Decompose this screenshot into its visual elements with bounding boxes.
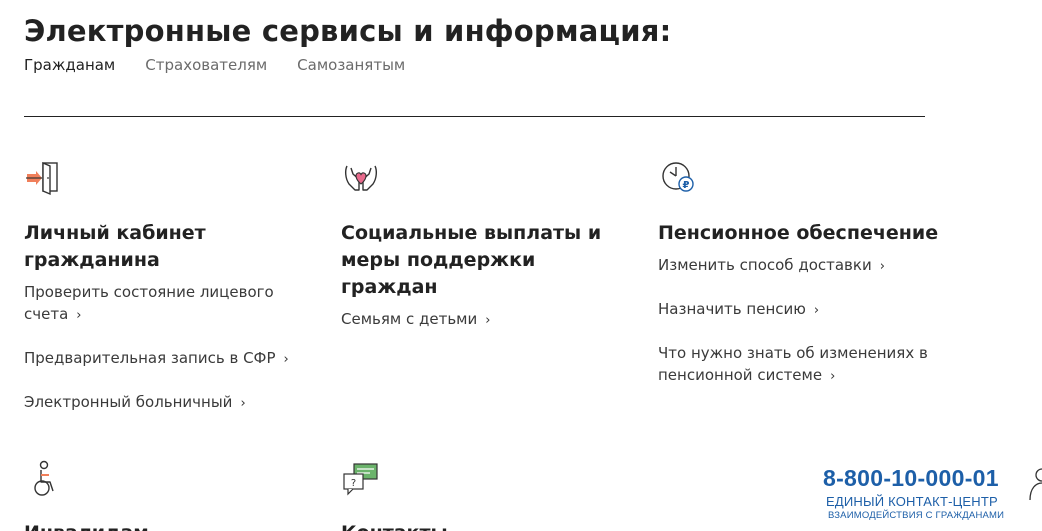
link-pension-changes[interactable]: Что нужно знать об изменениях в пенсионн…	[658, 342, 933, 388]
link-families-children[interactable]: Семьям с детьми ›	[341, 308, 631, 332]
chevron-right-icon: ›	[76, 308, 82, 323]
page: Электронные сервисы и информация: Гражда…	[0, 0, 1042, 531]
link-list: Семьям с детьми ›	[341, 308, 631, 352]
chevron-right-icon: ›	[830, 369, 836, 384]
tab-insurers[interactable]: Страхователям	[145, 56, 267, 74]
hotline-subcaption: ВЗАИМОДЕЙСТВИЯ С ГРАЖДАНАМИ	[828, 510, 1005, 521]
link-label: Электронный больничный	[24, 393, 233, 411]
link-label: Что нужно знать об изменениях в пенсионн…	[658, 344, 928, 384]
hands-heart-icon	[344, 165, 378, 191]
chevron-right-icon: ›	[879, 259, 885, 274]
tab-citizens[interactable]: Гражданам	[24, 56, 115, 74]
chat-question-icon: ?	[343, 463, 378, 496]
link-sick-leave[interactable]: Электронный больничный ›	[24, 391, 314, 415]
link-list: Изменить способ доставки › Назначить пенс…	[658, 254, 933, 408]
card-contacts: ? Контакты	[341, 458, 641, 531]
tab-self-employed[interactable]: Самозанятым	[297, 56, 405, 74]
link-label: Назначить пенсию	[658, 300, 806, 318]
svg-text:?: ?	[351, 478, 356, 489]
link-label: Проверить состояние лицевого счета	[24, 283, 274, 323]
chevron-right-icon: ›	[813, 303, 820, 318]
card-pension: ₽ Пенсионное обеспечение Изменить способ…	[658, 158, 958, 384]
person-icon	[1029, 468, 1042, 500]
link-assign-pension[interactable]: Назначить пенсию ›	[658, 298, 933, 322]
hotline-phone[interactable]: 8-800-10-000-01	[823, 465, 999, 492]
card-title: Контакты	[341, 520, 631, 531]
card-title: Инвалидам	[24, 520, 314, 531]
link-appointment[interactable]: Предварительная запись в СФР ›	[24, 347, 314, 371]
card-title: Пенсионное обеспечение	[658, 222, 939, 244]
audience-tabs: Гражданам Страхователям Самозанятым	[24, 56, 435, 74]
clock-ruble-icon: ₽	[662, 162, 694, 192]
card-disabled: Инвалидам	[24, 458, 324, 531]
link-list: Проверить состояние лицевого счета › Пред…	[24, 281, 314, 435]
link-label: Изменить способ доставки	[658, 256, 872, 274]
hotline-caption: ЕДИНЫЙ КОНТАКТ-ЦЕНТР	[826, 494, 998, 509]
page-title: Электронные сервисы и информация:	[24, 14, 672, 48]
card-title: Личный кабинет гражданина	[24, 222, 206, 271]
link-change-delivery[interactable]: Изменить способ доставки ›	[658, 254, 933, 278]
header-divider	[24, 116, 925, 117]
link-label: Семьям с детьми	[341, 310, 478, 328]
chevron-right-icon: ›	[283, 352, 289, 367]
svg-text:₽: ₽	[683, 180, 690, 191]
chevron-right-icon: ›	[485, 313, 491, 328]
wheelchair-icon	[34, 460, 54, 496]
link-check-account[interactable]: Проверить состояние лицевого счета ›	[24, 281, 314, 327]
card-personal-account: Личный кабинет гражданина Проверить сост…	[24, 158, 324, 411]
card-social-payments: Социальные выплаты и меры поддержки граж…	[341, 158, 641, 328]
door-exit-icon	[26, 161, 58, 196]
link-label: Предварительная запись в СФР	[24, 349, 276, 367]
chevron-right-icon: ›	[240, 396, 246, 411]
card-title: Социальные выплаты и меры поддержки граж…	[341, 222, 602, 298]
